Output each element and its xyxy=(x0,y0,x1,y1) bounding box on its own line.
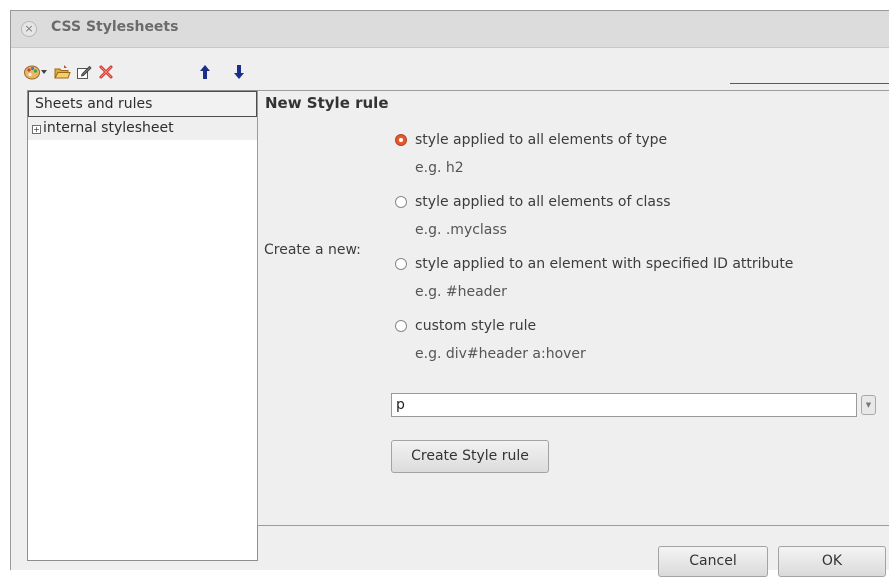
option-class-radio[interactable]: style applied to all elements of class xyxy=(395,194,671,210)
close-icon[interactable]: × xyxy=(21,21,37,37)
option-id-label[interactable]: style applied to an element with specifi… xyxy=(415,256,793,272)
option-custom-label[interactable]: custom style rule xyxy=(415,318,536,334)
title-bar: × CSS Stylesheets xyxy=(11,11,889,48)
cancel-button[interactable]: Cancel xyxy=(658,546,768,577)
move-up-icon[interactable] xyxy=(196,63,214,81)
option-custom-example: e.g. div#header a:hover xyxy=(415,346,586,362)
dropdown-arrow-icon[interactable] xyxy=(39,63,49,81)
option-class-label[interactable]: style applied to all elements of class xyxy=(415,194,671,210)
option-id-radio[interactable]: style applied to an element with specifi… xyxy=(395,256,793,272)
option-custom-radio[interactable]: custom style rule xyxy=(395,318,536,334)
tree-item-label: internal stylesheet xyxy=(43,120,174,136)
tree-item-internal-stylesheet[interactable]: + internal stylesheet xyxy=(28,117,257,140)
panel-title: New Style rule xyxy=(265,94,389,112)
create-style-rule-button[interactable]: Create Style rule xyxy=(391,440,549,473)
window-title: CSS Stylesheets xyxy=(51,19,179,35)
option-type-label[interactable]: style applied to all elements of type xyxy=(415,132,667,148)
toolbar-separator xyxy=(730,83,889,84)
css-stylesheets-dialog: × CSS Stylesheets Sheets and rules + int… xyxy=(10,10,889,577)
stylesheet-tree[interactable]: Sheets and rules + internal stylesheet xyxy=(27,90,258,561)
move-down-icon[interactable] xyxy=(230,63,248,81)
selector-input[interactable] xyxy=(391,393,857,417)
chevron-down-icon[interactable]: ▼ xyxy=(861,395,876,415)
create-new-label: Create a new: xyxy=(264,242,361,258)
option-type-example: e.g. h2 xyxy=(415,160,464,176)
edit-icon[interactable] xyxy=(75,63,93,81)
radio-icon[interactable] xyxy=(395,320,407,332)
open-folder-icon[interactable] xyxy=(53,63,71,81)
selector-combobox[interactable]: ▼ xyxy=(391,393,877,417)
radio-icon[interactable] xyxy=(395,258,407,270)
delete-icon[interactable] xyxy=(97,63,115,81)
option-class-example: e.g. .myclass xyxy=(415,222,507,238)
new-style-rule-panel: New Style rule Create a new: style appli… xyxy=(257,90,889,526)
option-id-example: e.g. #header xyxy=(415,284,507,300)
radio-icon[interactable] xyxy=(395,196,407,208)
expand-icon[interactable]: + xyxy=(32,125,41,134)
radio-selected-icon[interactable] xyxy=(395,134,407,146)
tree-header[interactable]: Sheets and rules xyxy=(28,91,257,117)
ok-button[interactable]: OK xyxy=(778,546,886,577)
option-type-radio[interactable]: style applied to all elements of type xyxy=(395,132,667,148)
